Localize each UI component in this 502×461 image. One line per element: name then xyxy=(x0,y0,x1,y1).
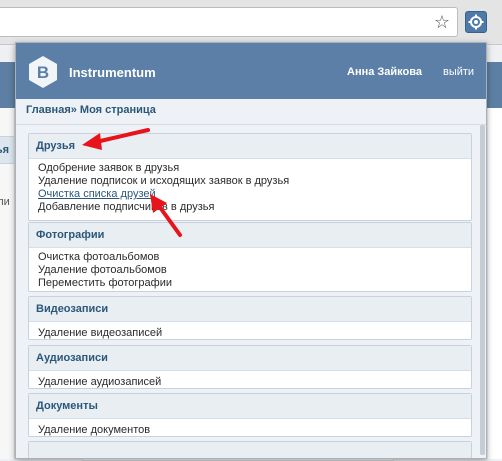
arrow-to-friends-title xyxy=(82,128,150,150)
arrow-to-clear-friends xyxy=(150,194,182,237)
annotation-arrows xyxy=(82,128,182,237)
